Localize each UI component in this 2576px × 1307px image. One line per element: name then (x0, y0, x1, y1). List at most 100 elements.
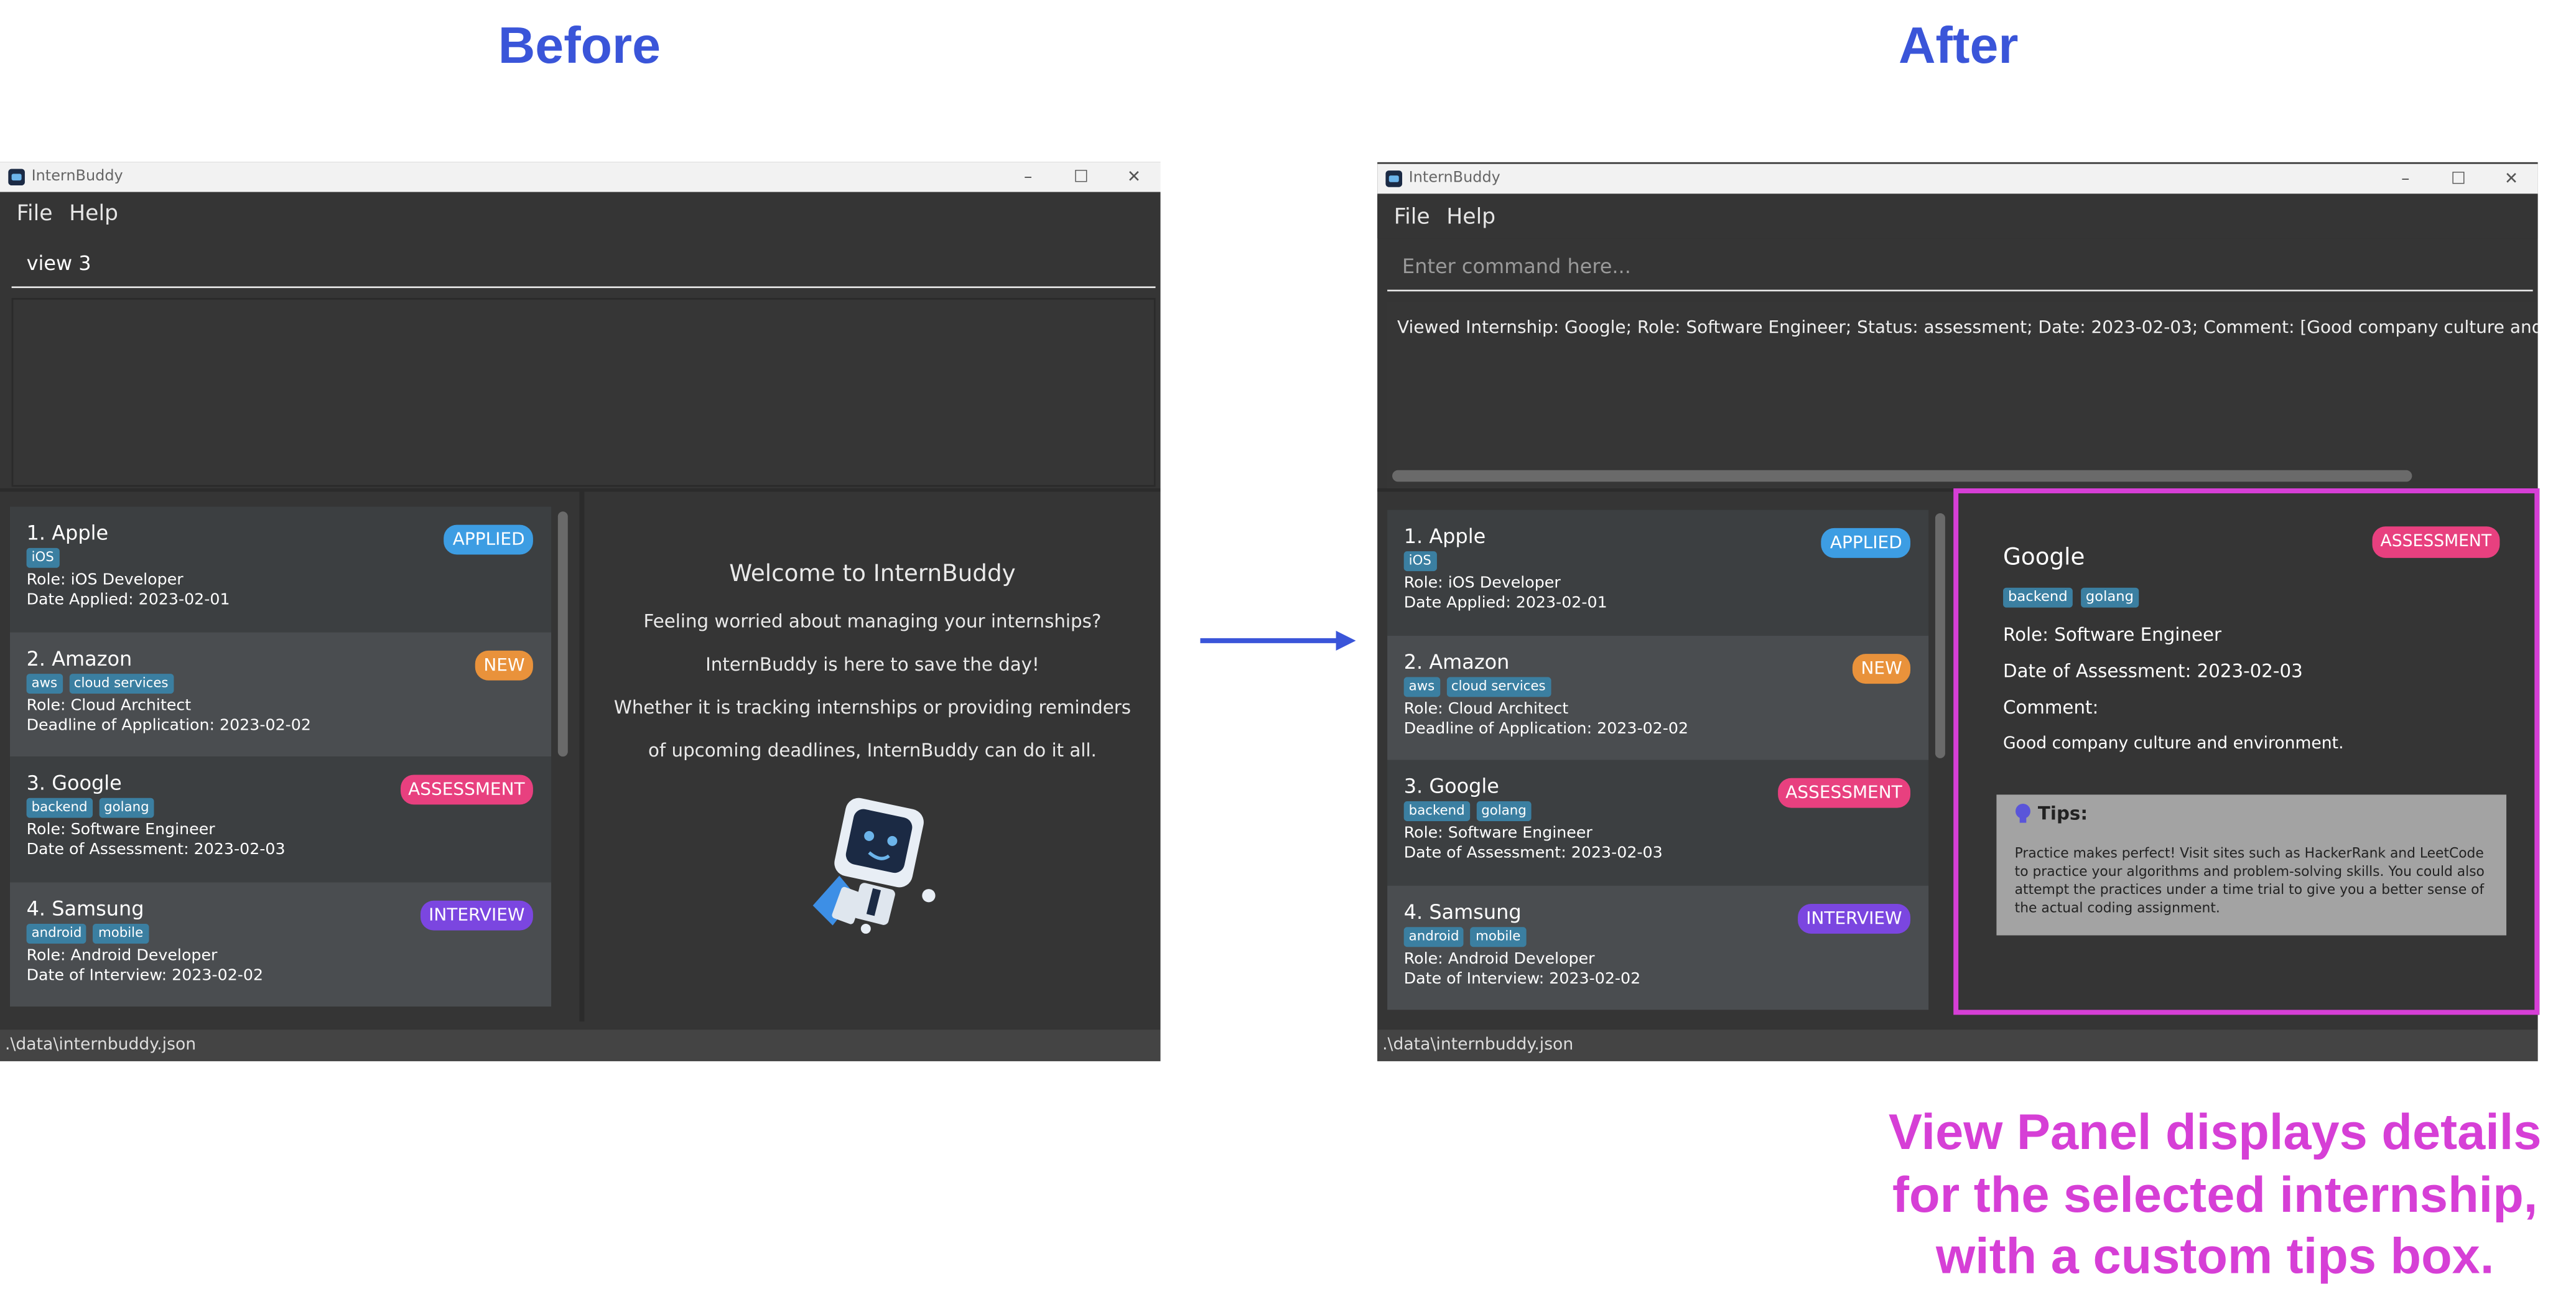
status-badge: ASSESSMENT (399, 774, 533, 805)
internship-card[interactable]: 2. Amazon aws cloud services Role: Cloud Ar… (1387, 635, 1929, 760)
card-role: Role: Software Engineer (26, 821, 215, 840)
panel-date: Date of Assessment: 2023-02-03 (2003, 660, 2303, 682)
card-role: Role: Cloud Architect (26, 696, 192, 715)
menu-bar: File Help (1377, 195, 2538, 239)
mascot-icon (812, 798, 936, 934)
panel-role: Role: Software Engineer (2003, 624, 2222, 646)
close-button[interactable]: ✕ (2485, 164, 2537, 193)
card-tag: cloud services (1446, 676, 1551, 697)
after-heading: After (1898, 16, 2019, 75)
menu-help[interactable]: Help (69, 201, 118, 226)
card-role: Role: Cloud Architect (1403, 699, 1569, 718)
panel-comment-label: Comment: (2003, 697, 2099, 719)
internship-card[interactable]: 3. Google backend golang Role: Software Eng… (9, 756, 552, 882)
status-bar: .\data\internbuddy.json (0, 1030, 1161, 1061)
screenshot-canvas: Before After InternBuddy – ☐ ✕ File Help… (0, 0, 2576, 1306)
status-badge: NEW (1853, 653, 1911, 683)
card-date: Date Applied: 2023-02-01 (1403, 594, 1607, 613)
card-date: Deadline of Application: 2023-02-02 (26, 715, 311, 735)
result-display: Viewed Internship: Google; Role: Softwar… (1387, 301, 2538, 490)
internship-card[interactable]: 1. Apple iOS Role: iOS Developer Date Appli… (9, 506, 552, 632)
card-date: Deadline of Application: 2023-02-02 (1403, 719, 1689, 738)
welcome-panel: Welcome to InternBuddy Feeling worried a… (584, 491, 1160, 1021)
status-badge: APPLIED (444, 524, 533, 555)
welcome-line: of upcoming deadlines, InternBuddy can d… (648, 740, 1097, 762)
result-scrollbar[interactable] (1392, 470, 2412, 482)
internship-card[interactable]: 1. Apple iOS Role: iOS Developer Date Appli… (1387, 509, 1929, 635)
menu-file[interactable]: File (17, 201, 53, 226)
caption: View Panel displays details for the sele… (1867, 1102, 2563, 1288)
status-badge: APPLIED (1821, 528, 1911, 558)
title-bar: InternBuddy – ☐ ✕ (1377, 164, 2538, 194)
internship-card[interactable]: 2. Amazon aws cloud services Role: Cloud Ar… (9, 631, 552, 757)
card-date: Date Applied: 2023-02-01 (26, 591, 230, 610)
welcome-title: Welcome to InternBuddy (729, 561, 1016, 588)
internship-card[interactable]: 3. Google backend golang Role: Software Eng… (1387, 760, 1929, 885)
card-role: Role: iOS Developer (1403, 574, 1561, 593)
card-role: Role: Software Engineer (1403, 824, 1593, 843)
internship-card[interactable]: 4. Samsung android mobile Role: Android Dev… (1387, 885, 1929, 1010)
list-scrollbar[interactable] (1935, 513, 1945, 758)
maximize-button[interactable]: ☐ (2432, 164, 2485, 193)
card-tag: mobile (93, 923, 149, 943)
app-icon (1385, 170, 1403, 187)
command-input[interactable]: Enter command here... (1387, 242, 2533, 292)
card-tag: aws (26, 672, 63, 693)
status-bar: .\data\internbuddy.json (1377, 1030, 2538, 1061)
maximize-button[interactable]: ☐ (1054, 162, 1107, 192)
tips-title: Tips: (2037, 802, 2088, 825)
internship-list: 1. Apple iOS Role: iOS Developer Date Appli… (9, 506, 552, 1007)
card-date: Date of Assessment: 2023-02-03 (26, 840, 286, 860)
view-panel: Google ASSESSMENT backend golang Role: S… (1953, 488, 2540, 1015)
card-tag: golang (1476, 801, 1532, 821)
card-role: Role: iOS Developer (26, 571, 184, 590)
caption-line: View Panel displays details (1888, 1104, 2542, 1161)
internship-card[interactable]: 4. Samsung android mobile Role: Android Dev… (9, 881, 552, 1007)
card-tag: backend (1403, 801, 1470, 821)
card-date: Date of Interview: 2023-02-02 (1403, 969, 1641, 988)
card-company: 2. Amazon (26, 646, 133, 670)
internship-list: 1. Apple iOS Role: iOS Developer Date Appli… (1387, 509, 1929, 1010)
panel-tag: backend (2003, 587, 2073, 608)
card-tag: android (26, 923, 87, 943)
lightbulb-icon (2016, 804, 2030, 823)
card-tag: iOS (26, 547, 59, 568)
title-bar: InternBuddy – ☐ ✕ (0, 162, 1161, 192)
panel-status-badge: ASSESSMENT (2372, 526, 2500, 558)
result-display (11, 298, 1156, 487)
panel-tag: golang (2080, 587, 2139, 608)
card-tag: cloud services (68, 672, 174, 693)
welcome-line: InternBuddy is here to save the day! (705, 654, 1039, 676)
before-window: InternBuddy – ☐ ✕ File Help view 3 1. Ap… (0, 162, 1161, 1061)
before-heading: Before (498, 16, 661, 75)
list-scrollbar[interactable] (557, 511, 568, 757)
card-tag: aws (1403, 676, 1440, 697)
status-badge: NEW (475, 649, 533, 680)
close-button[interactable]: ✕ (1107, 162, 1160, 192)
right-arrow-icon (1200, 630, 1356, 651)
card-tag: android (1403, 926, 1464, 946)
card-tag: iOS (1403, 551, 1436, 572)
split-divider[interactable] (579, 491, 585, 1021)
minimize-button[interactable]: – (1002, 162, 1054, 192)
card-tag: backend (26, 798, 93, 818)
app-icon (8, 169, 25, 186)
command-input[interactable]: view 3 (11, 238, 1156, 289)
card-company: 2. Amazon (1403, 649, 1510, 673)
caption-line: for the selected internship, (1892, 1166, 2538, 1223)
caption-line: with a custom tips box. (1935, 1228, 2495, 1285)
menu-file[interactable]: File (1394, 205, 1430, 230)
tips-body: Practice makes perfect! Visit sites such… (2014, 844, 2485, 916)
welcome-line: Whether it is tracking internships or pr… (613, 697, 1132, 719)
card-tag: golang (99, 798, 154, 818)
card-role: Role: Android Developer (26, 946, 218, 965)
card-role: Role: Android Developer (1403, 949, 1595, 968)
result-text: Viewed Internship: Google; Role: Softwar… (1397, 317, 2538, 338)
panel-comment: Good company culture and environment. (2003, 735, 2344, 753)
minimize-button[interactable]: – (2379, 164, 2432, 193)
welcome-line: Feeling worried about managing your inte… (643, 610, 1102, 633)
tips-box: Tips: Practice makes perfect! Visit site… (1996, 794, 2507, 936)
menu-bar: File Help (0, 192, 1161, 235)
status-badge: INTERVIEW (420, 900, 533, 930)
menu-help[interactable]: Help (1446, 205, 1495, 230)
